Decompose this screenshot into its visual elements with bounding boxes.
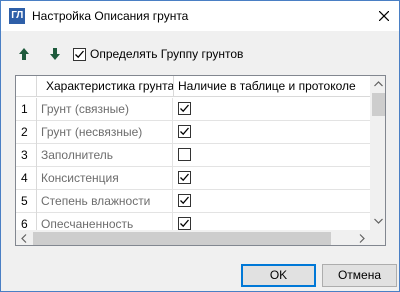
checkmark-icon <box>180 219 189 228</box>
chevron-down-icon <box>374 218 383 224</box>
row-characteristic[interactable]: Заполнитель <box>38 144 173 167</box>
checkmark-icon <box>180 196 189 205</box>
horizontal-scrollbar[interactable] <box>16 230 370 245</box>
move-down-button[interactable] <box>47 46 63 62</box>
group-checkbox[interactable] <box>73 48 86 61</box>
ok-button[interactable]: OK <box>241 264 316 287</box>
checkmark-icon <box>75 50 84 59</box>
row-presence-checkbox[interactable] <box>178 194 191 207</box>
chevron-left-icon <box>21 234 27 243</box>
row-presence-checkbox[interactable] <box>178 148 191 161</box>
chevron-up-icon <box>374 81 383 87</box>
horizontal-scroll-thumb[interactable] <box>33 232 331 245</box>
table-row[interactable]: 4 Консистенция <box>16 167 370 190</box>
cancel-button[interactable]: Отмена <box>322 264 397 287</box>
vertical-scroll-thumb[interactable] <box>372 93 385 116</box>
row-characteristic[interactable]: Грунт (связные) <box>38 98 173 121</box>
row-presence-checkbox[interactable] <box>178 217 191 230</box>
checkmark-icon <box>180 127 189 136</box>
row-presence-checkbox[interactable] <box>178 171 191 184</box>
checkmark-icon <box>180 173 189 182</box>
header-presence[interactable]: Наличие в таблице и протоколе <box>175 76 370 97</box>
app-icon: ГЛ <box>9 8 25 24</box>
table-row[interactable]: 1 Грунт (связные) <box>16 98 370 121</box>
close-icon <box>379 11 389 21</box>
characteristics-table: Характеристика грунта Наличие в таблице … <box>15 75 386 246</box>
move-up-button[interactable] <box>16 46 32 62</box>
table-row[interactable]: 6 Опесчаненность <box>16 213 370 236</box>
arrow-down-icon <box>50 48 60 60</box>
header-characteristic[interactable]: Характеристика грунта <box>38 76 174 97</box>
group-checkbox-label[interactable]: Определять Группу грунтов <box>90 47 243 61</box>
scroll-right-button[interactable] <box>353 230 370 245</box>
scroll-left-button[interactable] <box>16 230 33 245</box>
scrollbar-corner <box>370 230 385 245</box>
window-title: Настройка Описания грунта <box>32 9 189 23</box>
row-characteristic[interactable]: Степень влажности <box>38 190 173 213</box>
scroll-down-button[interactable] <box>370 213 385 230</box>
close-button[interactable] <box>369 1 399 31</box>
table-row[interactable]: 5 Степень влажности <box>16 190 370 213</box>
table-header: Характеристика грунта Наличие в таблице … <box>16 76 370 97</box>
row-characteristic[interactable]: Консистенция <box>38 167 173 190</box>
table-row[interactable]: 3 Заполнитель <box>16 144 370 167</box>
row-number: 4 <box>16 167 37 190</box>
row-number: 2 <box>16 121 37 144</box>
dialog-window: ГЛ Настройка Описания грунта Определять … <box>0 0 400 292</box>
row-characteristic[interactable]: Грунт (несвязные) <box>38 121 173 144</box>
row-number: 5 <box>16 190 37 213</box>
scroll-up-button[interactable] <box>370 76 385 93</box>
header-rownum <box>16 76 37 97</box>
table-row[interactable]: 2 Грунт (несвязные) <box>16 121 370 144</box>
row-presence-checkbox[interactable] <box>178 125 191 138</box>
chevron-right-icon <box>359 234 365 243</box>
row-number: 1 <box>16 98 37 121</box>
title-bar[interactable]: ГЛ Настройка Описания грунта <box>1 1 399 31</box>
arrow-up-icon <box>19 48 29 60</box>
row-number: 3 <box>16 144 37 167</box>
vertical-scrollbar[interactable] <box>370 76 385 230</box>
row-presence-checkbox[interactable] <box>178 102 191 115</box>
checkmark-icon <box>180 104 189 113</box>
